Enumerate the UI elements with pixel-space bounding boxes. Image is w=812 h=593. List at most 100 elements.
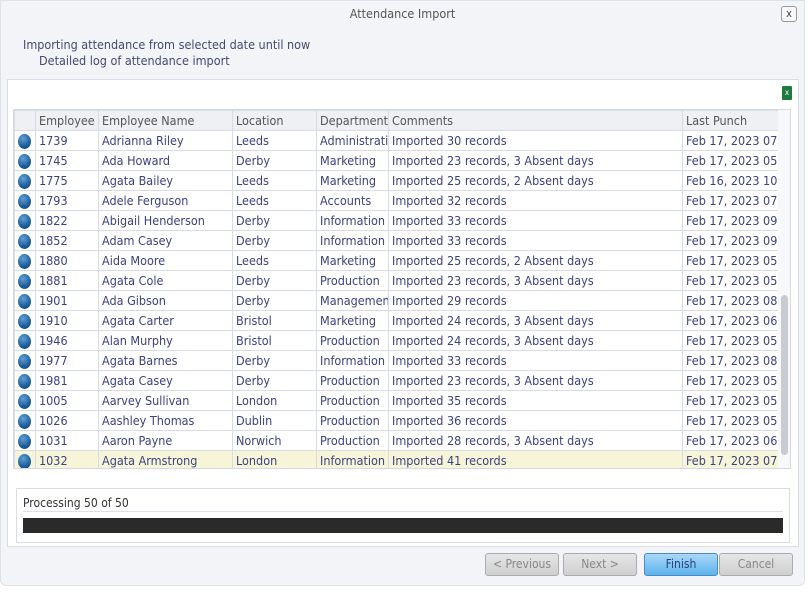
table-cell: 1775 xyxy=(35,170,99,191)
table-cell: Leeds xyxy=(232,190,317,211)
table-cell: Dublin xyxy=(232,410,317,431)
column-header[interactable]: Department xyxy=(316,110,389,131)
status-cell xyxy=(14,290,36,311)
column-header[interactable]: Last Punch xyxy=(682,110,779,131)
progress-fill xyxy=(23,518,783,533)
status-ball-icon xyxy=(18,453,31,468)
table-cell: Imported 24 records, 3 Absent days xyxy=(388,330,683,351)
status-cell xyxy=(14,390,36,411)
table-cell: Derby xyxy=(232,210,317,231)
table-cell: Imported 24 records, 3 Absent days xyxy=(388,310,683,331)
status-cell xyxy=(14,170,36,191)
status-cell xyxy=(14,250,36,271)
table-cell: Imported 33 records xyxy=(388,230,683,251)
close-button[interactable]: x xyxy=(781,6,797,22)
column-header[interactable]: Employee ID xyxy=(35,110,99,131)
table-cell: Leeds xyxy=(232,250,317,271)
column-header[interactable]: Location xyxy=(232,110,317,131)
table-cell: Imported 23 records, 3 Absent days xyxy=(388,150,683,171)
column-header[interactable] xyxy=(14,110,36,131)
scrollbar-thumb[interactable] xyxy=(781,295,788,455)
table-cell: 1880 xyxy=(35,250,99,271)
table-cell: Bristol xyxy=(232,330,317,351)
status-cell xyxy=(14,230,36,251)
table-cell: Feb 17, 2023 09: xyxy=(682,230,779,251)
table-row[interactable]: 1977 Agata Barnes Derby Information Imported… xyxy=(14,350,779,371)
table-cell: Imported 29 records xyxy=(388,290,683,311)
column-header[interactable]: Employee Name xyxy=(98,110,233,131)
table-cell: Production xyxy=(316,330,389,351)
log-panel: x Employee IDEmployee NameLocationDepart… xyxy=(7,79,799,547)
finish-button[interactable]: Finish xyxy=(644,553,718,576)
table-cell: Agata Barnes xyxy=(98,350,233,371)
column-header[interactable]: Comments xyxy=(388,110,683,131)
status-ball-icon xyxy=(18,253,31,269)
next-button[interactable]: Next > xyxy=(563,553,637,576)
window-title: Attendance Import xyxy=(349,6,456,21)
table-cell: Feb 17, 2023 07: xyxy=(682,130,779,151)
table-cell: 1005 xyxy=(35,390,99,411)
import-log-grid: Employee IDEmployee NameLocationDepartme… xyxy=(13,109,791,469)
table-cell: Production xyxy=(316,270,389,291)
status-cell xyxy=(14,450,36,468)
table-cell: London xyxy=(232,450,317,468)
table-row[interactable]: 1793 Adele Ferguson Leeds Accounts Imported … xyxy=(14,190,779,211)
table-row[interactable]: 1880 Aida Moore Leeds Marketing Imported 25 … xyxy=(14,250,779,271)
table-row[interactable]: 1981 Agata Casey Derby Production Imported 2… xyxy=(14,370,779,391)
table-cell: Imported 28 records, 3 Absent days xyxy=(388,430,683,451)
table-row[interactable]: 1005 Aarvey Sullivan London Production Impor… xyxy=(14,390,779,411)
table-cell: Production xyxy=(316,370,389,391)
table-row[interactable]: 1852 Adam Casey Derby Information Imported 3… xyxy=(14,230,779,251)
table-cell: Bristol xyxy=(232,310,317,331)
table-cell: Derby xyxy=(232,230,317,251)
table-cell: Information xyxy=(316,210,389,231)
status-cell xyxy=(14,370,36,391)
table-cell: Agata Bailey xyxy=(98,170,233,191)
table-row[interactable]: 1026 Aashley Thomas Dublin Production Import… xyxy=(14,410,779,431)
status-ball-icon xyxy=(18,393,31,409)
table-row[interactable]: 1901 Ada Gibson Derby Management Imported 29… xyxy=(14,290,779,311)
table-cell: Information xyxy=(316,450,389,468)
table-cell: Adam Casey xyxy=(98,230,233,251)
table-cell: Feb 17, 2023 07: xyxy=(682,450,779,468)
table-cell: Imported 36 records xyxy=(388,410,683,431)
table-cell: Leeds xyxy=(232,170,317,191)
table-cell: Derby xyxy=(232,290,317,311)
progress-bar xyxy=(23,518,783,533)
previous-button[interactable]: < Previous xyxy=(485,553,559,576)
table-row[interactable]: 1739Adrianna RileyLeedsAdministrationImp… xyxy=(14,130,779,151)
table-cell: Imported 41 records xyxy=(388,450,683,468)
table-row[interactable]: 1745 Ada Howard Derby Marketing Imported 23 … xyxy=(14,150,779,171)
header-subtitle: Detailed log of attendance import xyxy=(39,53,230,68)
excel-icon[interactable]: x xyxy=(782,86,792,100)
vertical-scrollbar[interactable] xyxy=(778,110,790,468)
table-cell: 1793 xyxy=(35,190,99,211)
status-cell xyxy=(14,150,36,171)
table-row[interactable]: 1881 Agata Cole Derby Production Imported 23… xyxy=(14,270,779,291)
table-cell: Management xyxy=(316,290,389,311)
table-cell: Aashley Thomas xyxy=(98,410,233,431)
table-cell: Imported 23 records, 3 Absent days xyxy=(388,370,683,391)
table-row[interactable]: 1775 Agata Bailey Leeds Marketing Imported 2… xyxy=(14,170,779,191)
table-cell: Feb 17, 2023 09: xyxy=(682,210,779,231)
table-cell: Imported 35 records xyxy=(388,390,683,411)
status-cell xyxy=(14,330,36,351)
table-row[interactable]: 1031 Aaron Payne Norwich Production Imported… xyxy=(14,430,779,451)
status-ball-icon xyxy=(18,433,31,449)
table-row[interactable]: 1822 Abigail Henderson Derby Information Imp… xyxy=(14,210,779,231)
table-cell: Feb 17, 2023 06: xyxy=(682,310,779,331)
table-cell: 1032 xyxy=(35,450,99,468)
cancel-button[interactable]: Cancel xyxy=(719,553,793,576)
table-row[interactable]: 1910 Agata Carter Bristol Marketing Imported… xyxy=(14,310,779,331)
table-cell: Feb 16, 2023 10: xyxy=(682,170,779,191)
table-cell: Adele Ferguson xyxy=(98,190,233,211)
status-ball-icon xyxy=(18,133,31,149)
table-cell: Feb 17, 2023 05: xyxy=(682,330,779,351)
table-cell: Imported 32 records xyxy=(388,190,683,211)
table-cell: 1745 xyxy=(35,150,99,171)
table-cell: Norwich xyxy=(232,430,317,451)
table-row[interactable]: 1032 Agata Armstrong London Information Impo… xyxy=(14,450,779,468)
status-ball-icon xyxy=(18,213,31,229)
table-row[interactable]: 1946 Alan Murphy Bristol Production Imported… xyxy=(14,330,779,351)
table-cell: 1981 xyxy=(35,370,99,391)
